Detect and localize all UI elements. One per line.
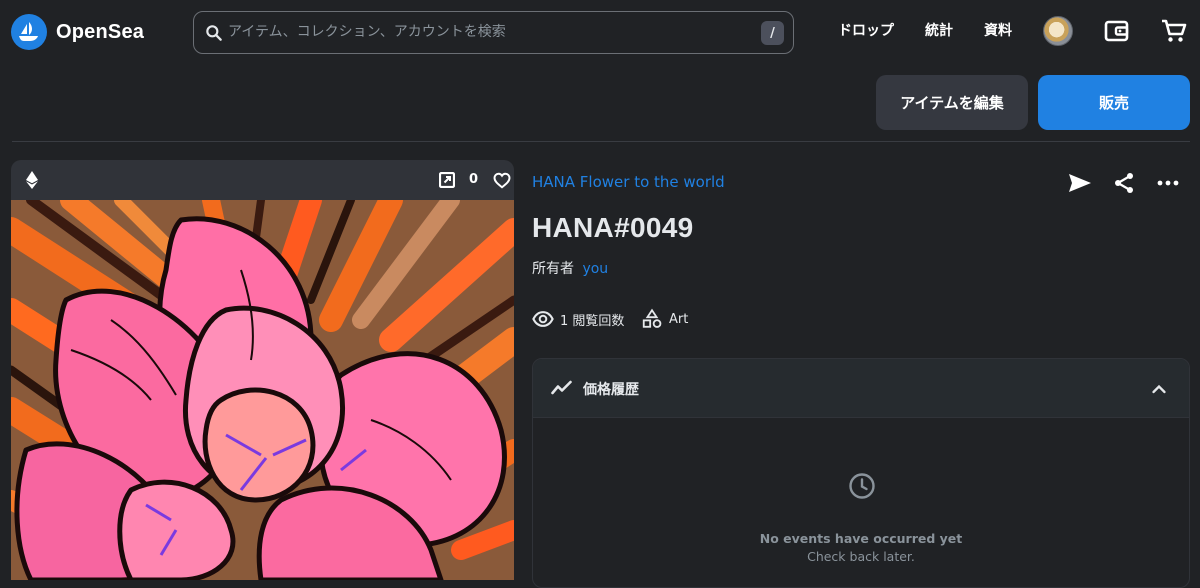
trending-icon bbox=[551, 380, 572, 395]
share-icon[interactable] bbox=[1111, 170, 1137, 196]
clock-icon bbox=[849, 473, 875, 499]
price-history-panel: 価格履歴 No events have occurred yet Check b… bbox=[532, 358, 1190, 588]
nav-stats[interactable]: 統計 bbox=[925, 20, 953, 40]
eye-icon bbox=[532, 311, 554, 327]
category-label: Art bbox=[669, 311, 689, 327]
ethereum-icon bbox=[26, 171, 38, 189]
category-stat[interactable]: Art bbox=[641, 308, 688, 330]
item-media-card: 0 bbox=[11, 160, 514, 580]
top-navbar: OpenSea / ドロップ 統計 資料 bbox=[0, 0, 1200, 64]
sell-button[interactable]: 販売 bbox=[1038, 75, 1190, 130]
price-history-title: 価格履歴 bbox=[583, 382, 639, 398]
search-shortcut-key: / bbox=[761, 21, 784, 45]
collection-link[interactable]: HANA Flower to the world bbox=[532, 173, 725, 191]
search-input[interactable] bbox=[226, 17, 746, 47]
owner-label: 所有者 bbox=[532, 261, 574, 277]
views-count: 1 閲覧回数 bbox=[560, 313, 625, 329]
price-history-header[interactable]: 価格履歴 bbox=[533, 359, 1189, 418]
search-icon bbox=[206, 25, 222, 41]
wallet-icon[interactable] bbox=[1103, 17, 1131, 45]
edit-item-button[interactable]: アイテムを編集 bbox=[876, 75, 1028, 130]
cart-icon[interactable] bbox=[1160, 17, 1188, 45]
avatar[interactable] bbox=[1043, 16, 1073, 46]
item-title: HANA#0049 bbox=[532, 212, 694, 243]
more-options-icon[interactable] bbox=[1155, 170, 1181, 196]
views-stat: 1 閲覧回数 bbox=[532, 308, 624, 330]
favorites-count: 0 bbox=[469, 172, 479, 187]
opensea-logo-icon bbox=[11, 14, 47, 50]
transfer-icon[interactable] bbox=[1067, 170, 1093, 196]
shapes-icon bbox=[642, 308, 662, 328]
header-divider bbox=[12, 141, 1190, 142]
heart-icon[interactable] bbox=[493, 172, 511, 189]
owner-line: 所有者 you bbox=[532, 258, 608, 278]
item-action-bar: アイテムを編集 販売 bbox=[0, 64, 1200, 142]
opensea-logo[interactable]: OpenSea bbox=[11, 14, 144, 50]
empty-state-subtitle: Check back later. bbox=[807, 549, 915, 564]
chevron-up-icon[interactable] bbox=[1149, 379, 1169, 399]
empty-state-title: No events have occurred yet bbox=[759, 531, 963, 546]
nft-artwork-image[interactable] bbox=[11, 200, 514, 580]
brand-name: OpenSea bbox=[56, 20, 145, 43]
owner-link[interactable]: you bbox=[582, 261, 608, 277]
search-bar[interactable]: / bbox=[193, 11, 794, 54]
external-link-icon[interactable] bbox=[439, 172, 455, 188]
nav-drops[interactable]: ドロップ bbox=[838, 20, 894, 40]
nav-resources[interactable]: 資料 bbox=[984, 20, 1012, 40]
media-toolbar: 0 bbox=[11, 160, 514, 200]
